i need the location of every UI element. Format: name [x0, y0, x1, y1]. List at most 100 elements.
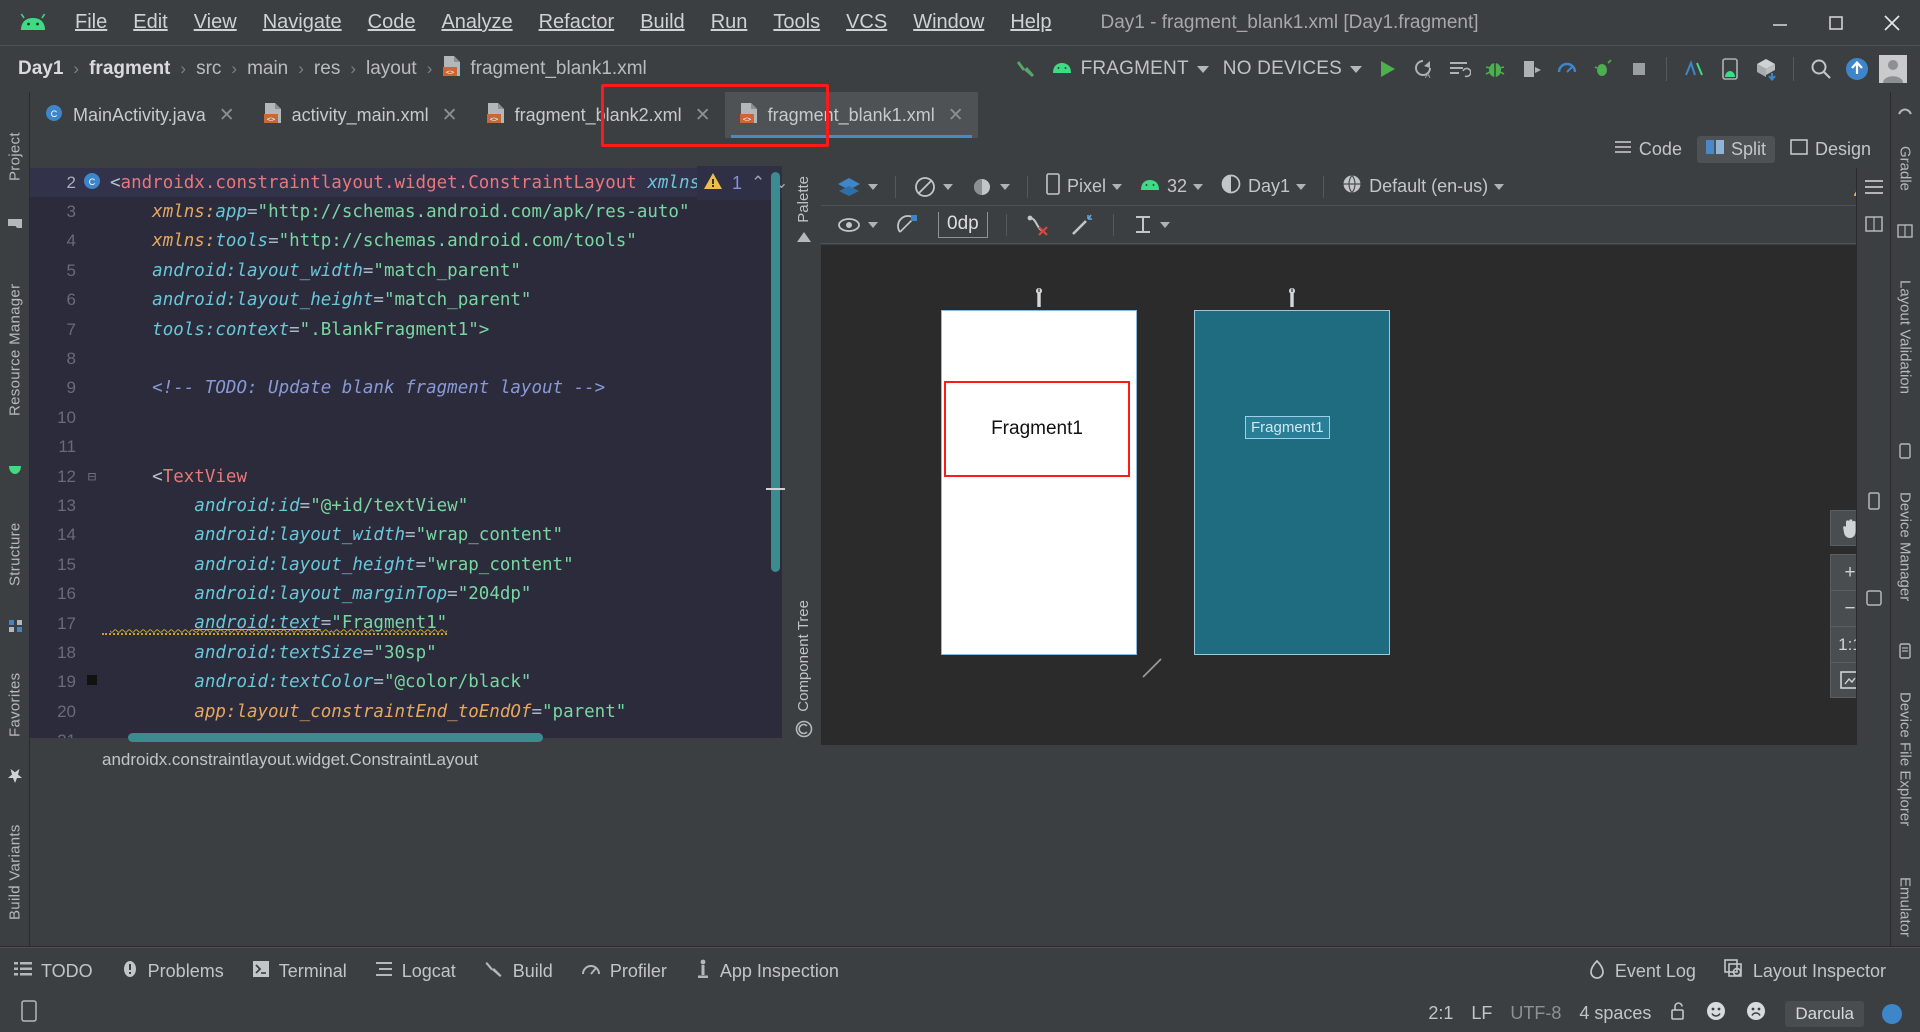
menu-build[interactable]: Build	[627, 7, 697, 38]
sidebar-item-build-variants[interactable]: Build Variants	[0, 797, 30, 947]
design-canvas[interactable]: Fragment1 Fragment1 + − 1:1	[821, 245, 1890, 745]
sidebar-item-layout-validation[interactable]: Layout Validation	[1890, 242, 1920, 432]
code-line[interactable]: 20 app:layout_constraintEnd_toEndOf="par…	[30, 697, 782, 726]
menu-help[interactable]: Help	[997, 7, 1064, 38]
run-with-coverage-icon[interactable]	[1514, 52, 1548, 86]
sidebar-item-project[interactable]: Project	[0, 102, 30, 212]
menu-tools[interactable]: Tools	[760, 7, 833, 38]
layers-icon[interactable]	[829, 173, 885, 201]
blueprint-textview-widget[interactable]: Fragment1	[1245, 416, 1330, 439]
menu-vcs[interactable]: VCS	[833, 7, 900, 38]
menu-edit[interactable]: Edit	[120, 7, 180, 38]
menu-run[interactable]: Run	[698, 7, 761, 38]
menu-file[interactable]: File	[62, 7, 120, 38]
code-line[interactable]: 4 xmlns:tools="http://schemas.android.co…	[30, 227, 782, 256]
layout-validation-panel-icon[interactable]	[1864, 215, 1883, 238]
close-icon[interactable]: ✕	[219, 104, 235, 127]
code-fold-icon[interactable]: ⊟	[82, 469, 102, 485]
line-separator[interactable]: LF	[1471, 1003, 1492, 1024]
sidebar-item-emulator[interactable]: Emulator	[1890, 862, 1920, 952]
indent-setting[interactable]: 4 spaces	[1579, 1003, 1651, 1024]
code-lines[interactable]: 2 C <androidx.constraintlayout.widget.Cons…	[30, 168, 782, 738]
caret-position[interactable]: 2:1	[1428, 1003, 1453, 1024]
inspection-widget[interactable]: 1 ⌃ ⌄	[697, 166, 789, 200]
maximize-icon[interactable]	[1808, 0, 1864, 45]
mode-split-button[interactable]: Split	[1696, 135, 1775, 163]
design-preview-device[interactable]: Fragment1	[941, 310, 1137, 655]
tool-window-profiler[interactable]: Profiler	[567, 956, 681, 987]
avatar[interactable]	[1876, 52, 1910, 86]
stop-icon[interactable]	[1622, 52, 1656, 86]
vcs-update-icon[interactable]	[1840, 52, 1874, 86]
breadcrumb-day1[interactable]: Day1	[18, 58, 63, 80]
file-encoding[interactable]: UTF-8	[1510, 1003, 1561, 1024]
editor-horizontal-scrollbar[interactable]	[128, 733, 543, 742]
device-manager-panel-icon[interactable]	[1865, 492, 1883, 515]
run-configuration-selector[interactable]: FRAGMENT	[1045, 58, 1215, 80]
mode-code-button[interactable]: Code	[1605, 136, 1691, 163]
apply-code-changes-icon[interactable]	[1442, 52, 1476, 86]
code-line[interactable]: 19 android:textColor="@color/black"	[30, 668, 782, 697]
sidebar-item-resource-manager[interactable]: Resource Manager	[0, 242, 30, 457]
sdk-manager-icon[interactable]	[1677, 52, 1711, 86]
code-line[interactable]: 13 android:id="@+id/textView"	[30, 491, 782, 520]
editor-tab-fragment-blank1-xml[interactable]: <> fragment_blank1.xml ✕	[724, 92, 978, 138]
eye-visibility-icon[interactable]	[829, 212, 885, 238]
blueprint-preview-device[interactable]: Fragment1	[1194, 310, 1390, 655]
wrench-icon[interactable]	[1284, 287, 1300, 309]
close-icon[interactable]	[1864, 0, 1920, 45]
code-line[interactable]: 3 xmlns:app="http://schemas.android.com/…	[30, 197, 782, 226]
theme-contrast-icon[interactable]	[963, 172, 1017, 202]
chevron-up-icon[interactable]: ⌃	[751, 173, 765, 193]
canvas-resize-handle[interactable]	[1141, 657, 1163, 679]
breadcrumb-res[interactable]: res	[314, 58, 340, 80]
component-tree-panel-tab[interactable]: Component Tree	[786, 600, 821, 760]
code-line[interactable]: 9 <!-- TODO: Update blank fragment layou…	[30, 374, 782, 403]
menu-code[interactable]: Code	[355, 7, 429, 38]
tool-window-event-log[interactable]: Event Log	[1574, 955, 1710, 988]
code-line[interactable]: 11	[30, 433, 782, 462]
hammer-build-icon[interactable]	[1009, 52, 1043, 86]
breadcrumb-main[interactable]: main	[247, 58, 288, 80]
profiler-icon[interactable]	[1550, 52, 1584, 86]
happy-face-icon[interactable]	[1705, 1000, 1727, 1027]
close-icon[interactable]: ✕	[442, 104, 458, 127]
minimize-icon[interactable]	[1752, 0, 1808, 45]
editor-tab-fragment-blank2-xml[interactable]: <> fragment_blank2.xml ✕	[472, 92, 725, 138]
show-constraints-icon[interactable]	[889, 210, 927, 240]
code-line[interactable]: 5 android:layout_width="match_parent"	[30, 256, 782, 285]
tool-window-problems[interactable]: Problems	[107, 956, 238, 987]
menu-window[interactable]: Window	[900, 7, 997, 38]
close-icon[interactable]: ✕	[695, 104, 711, 127]
run-icon[interactable]	[1370, 52, 1404, 86]
palette-panel-tab[interactable]: Palette	[786, 168, 821, 288]
search-everywhere-icon[interactable]	[1804, 52, 1838, 86]
tool-window-logcat[interactable]: Logcat	[361, 957, 470, 986]
code-line[interactable]: 14 android:layout_width="wrap_content"	[30, 521, 782, 550]
unlocked-padlock-icon[interactable]	[1669, 1001, 1687, 1026]
editor-tab-activity-main-xml[interactable]: <> activity_main.xml ✕	[249, 92, 472, 138]
code-fold-icon[interactable]: C	[82, 172, 102, 194]
selected-textview-widget[interactable]: Fragment1	[944, 381, 1130, 477]
menu-navigate[interactable]: Navigate	[250, 7, 355, 38]
breadcrumb-file[interactable]: <> fragment_blank1.xml	[442, 55, 647, 83]
breadcrumb-fragment[interactable]: fragment	[89, 58, 170, 80]
sidebar-item-structure[interactable]: Structure	[0, 497, 30, 612]
sync-gradle-icon[interactable]	[1749, 52, 1783, 86]
tool-window-terminal[interactable]: Terminal	[238, 956, 361, 987]
sad-face-icon[interactable]	[1745, 1000, 1767, 1027]
device-selector-pixel[interactable]: Pixel	[1038, 170, 1129, 203]
menu-refactor[interactable]: Refactor	[526, 7, 628, 38]
device-selector[interactable]: NO DEVICES	[1217, 58, 1368, 80]
avd-manager-icon[interactable]	[1713, 52, 1747, 86]
breadcrumb-layout[interactable]: layout	[366, 58, 417, 80]
theme-indicator[interactable]: Darcula	[1785, 1000, 1864, 1027]
mode-design-button[interactable]: Design	[1781, 136, 1880, 163]
attach-debugger-icon[interactable]	[1586, 52, 1620, 86]
code-editor[interactable]: 2 C <androidx.constraintlayout.widget.Cons…	[30, 168, 782, 738]
default-margin-stepper[interactable]: 0dp	[931, 209, 995, 241]
apply-changes-icon[interactable]: A	[1406, 52, 1440, 86]
code-line[interactable]: 6 android:layout_height="match_parent"	[30, 286, 782, 315]
debug-icon[interactable]	[1478, 52, 1512, 86]
sidebar-item-favorites[interactable]: Favorites	[0, 647, 30, 762]
